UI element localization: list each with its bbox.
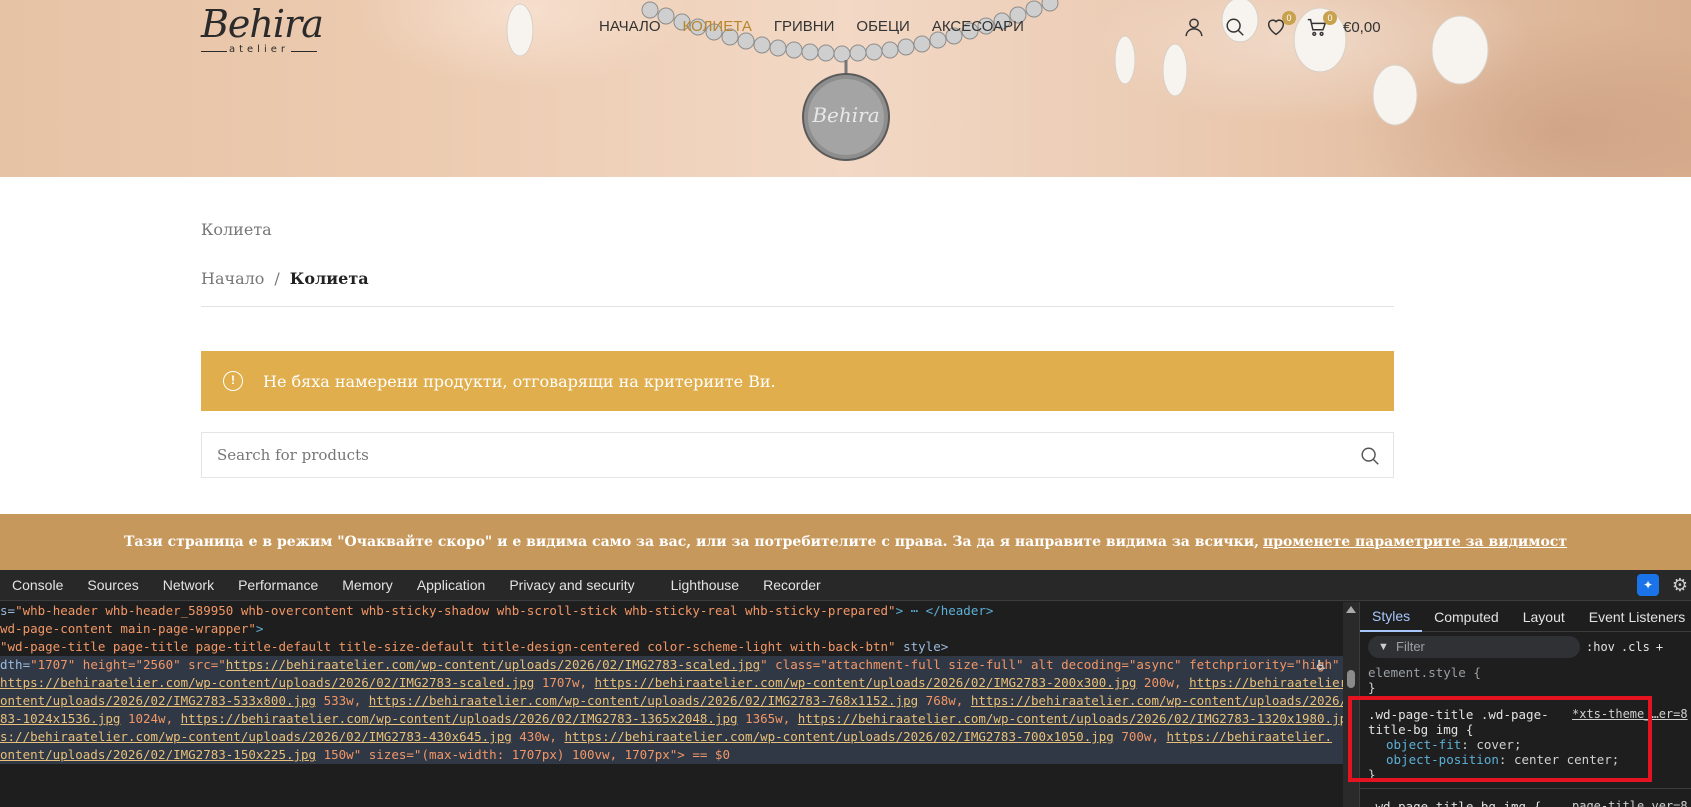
element-line-selected[interactable]: https://behiraatelier.com/wp-content/upl… [0,674,1343,692]
tab-application[interactable]: Application [405,577,498,593]
nav-item-home[interactable]: НАЧАЛО [599,17,661,37]
coming-soon-text: Тази страница е в режим "Очаквайте скоро… [123,534,1259,550]
page-title: Колиета [201,220,272,239]
cart-total[interactable]: €0,00 [1343,19,1381,36]
cls-toggle[interactable]: .cls [1621,640,1650,654]
new-rule-button[interactable]: + [1656,640,1663,654]
info-icon: ! [223,371,243,391]
gear-icon[interactable]: ⚙ [1669,574,1691,596]
scroll-thumb[interactable] [1347,670,1355,688]
breadcrumb-separator: / [274,269,280,288]
accessibility-icon[interactable]: ♿ [1310,654,1332,676]
element-line-selected[interactable]: ontent/uploads/2026/02/IMG2783-150x225.j… [0,746,1343,764]
element-line-selected[interactable]: dth="1707" height="2560" src="https://be… [0,656,1343,674]
ai-assist-icon[interactable]: ✦ [1637,574,1659,596]
element-line-selected[interactable]: 83-1024x1536.jpg 1024w, https://behiraat… [0,710,1343,728]
element-line-selected[interactable]: s://behiraatelier.com/wp-content/uploads… [0,728,1343,746]
tab-network[interactable]: Network [151,577,226,593]
logo-subtitle: atelier [201,44,317,55]
tab-memory[interactable]: Memory [330,577,405,593]
element-line[interactable]: "wd-page-title page-title page-title-def… [0,638,1343,656]
tab-sources[interactable]: Sources [75,577,150,593]
devtools-tabs: Console Sources Network Performance Memo… [0,570,1691,601]
wishlist-count-badge: 0 [1282,11,1296,25]
tab-computed[interactable]: Computed [1422,602,1511,632]
title-divider [201,306,1394,307]
breadcrumb-home[interactable]: Начало [201,269,264,288]
element-line[interactable]: wd-page-content main-page-wrapper"> [0,620,1343,638]
coming-soon-bar: Тази страница е в режим "Очаквайте скоро… [0,514,1691,570]
css-rule-title-bg-img[interactable]: page-title…ver=8 .wd-page-title-bg img { [1360,788,1691,807]
svg-text:Behira: Behira [811,103,879,127]
tab-recorder[interactable]: Recorder [751,577,833,593]
header-icons: 0 0 €0,00 [1183,11,1381,38]
tab-styles[interactable]: Styles [1360,602,1423,632]
devtools-actions: ✦ ⚙ [1637,574,1691,596]
visibility-settings-link[interactable]: променете параметрите за видимост [1263,534,1567,550]
scroll-up-arrow[interactable] [1346,606,1356,613]
element-line[interactable]: s="whb-header whb-header_589950 whb-over… [0,602,1343,620]
hero-banner: Behira Behira atelier НАЧАЛО КОЛИЕТА ГРИ… [0,0,1691,177]
logo-script: Behira [201,2,324,46]
cart-icon[interactable]: 0 [1306,11,1337,38]
tab-lighthouse[interactable]: Lighthouse [659,577,752,593]
breadcrumb-current: Колиета [289,269,369,288]
red-highlight-box [1348,696,1652,782]
nav-item-earrings[interactable]: ОБЕЦИ [856,17,909,37]
element-style-selector: element.style { [1368,665,1481,680]
tab-layout[interactable]: Layout [1511,602,1577,632]
search-icon[interactable] [1224,16,1246,38]
styles-filter-input[interactable]: ▼ Filter [1368,636,1580,658]
nav-item-bracelets[interactable]: ГРИВНИ [774,17,835,37]
hov-toggle[interactable]: :hov [1586,640,1615,654]
filter-placeholder: Filter [1396,639,1425,654]
tab-event-listeners[interactable]: Event Listeners [1577,602,1691,632]
rule-source-link[interactable]: page-title…ver=8 [1572,799,1688,807]
nav-item-necklaces[interactable]: КОЛИЕТА [683,17,752,37]
element-line-selected[interactable]: ontent/uploads/2026/02/IMG2783-533x800.j… [0,692,1343,710]
notice-text: Не бяха намерени продукти, отговарящи на… [263,371,776,391]
site-logo[interactable]: Behira atelier [201,2,324,58]
nav-item-accessories[interactable]: АКСЕСОАРИ [932,17,1024,37]
tab-performance[interactable]: Performance [226,577,330,593]
element-style-rule[interactable]: element.style { } [1360,662,1691,695]
styles-tabs: Styles Computed Layout Event Listeners [1360,602,1691,632]
heart-icon[interactable]: 0 [1265,11,1296,38]
search-submit-icon[interactable] [1359,445,1381,467]
tab-privacy-security[interactable]: Privacy and security [497,577,646,593]
breadcrumb: Начало / Колиета [201,269,369,288]
main-nav: НАЧАЛО КОЛИЕТА ГРИВНИ ОБЕЦИ АКСЕСОАРИ [599,17,1024,37]
elements-tree[interactable]: s="whb-header whb-header_589950 whb-over… [0,602,1343,807]
product-search [201,432,1394,478]
no-products-notice: ! Не бяха намерени продукти, отговарящи … [201,351,1394,411]
product-search-input[interactable] [202,433,1342,477]
tab-console[interactable]: Console [0,577,75,593]
styles-filter-row: ▼ Filter :hov .cls + [1360,632,1691,662]
rule-close: } [1368,680,1376,695]
cart-count-badge: 0 [1323,11,1337,25]
filter-icon: ▼ [1378,641,1389,653]
user-icon[interactable] [1183,16,1205,38]
